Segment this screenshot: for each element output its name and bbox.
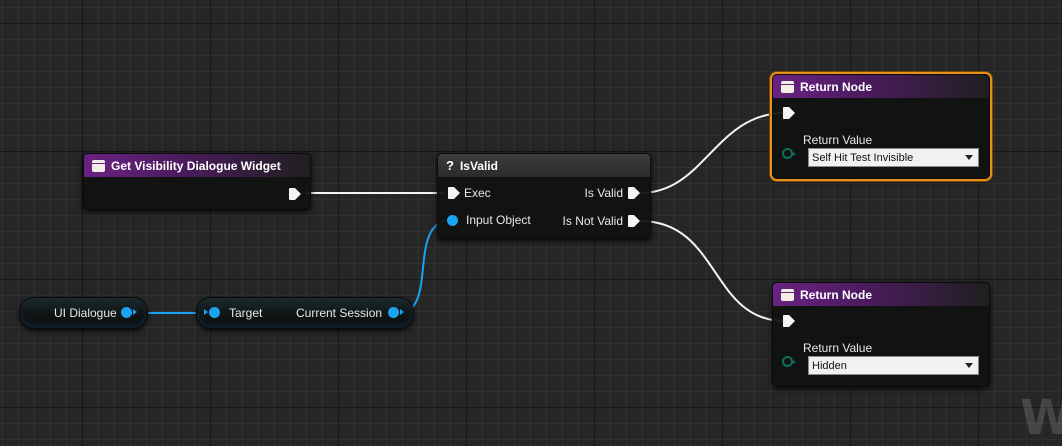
- return-value-pin[interactable]: [782, 148, 796, 159]
- watermark: W: [1020, 390, 1062, 446]
- current-session-getter-node[interactable]: Target Current Session: [196, 297, 414, 329]
- function-icon: [92, 159, 105, 172]
- return-value-dropdown[interactable]: Hidden: [808, 356, 979, 375]
- node-title: Return Node: [800, 287, 872, 302]
- return-value-dropdown[interactable]: Self Hit Test Invisible: [808, 148, 979, 167]
- node-title: IsValid: [459, 158, 498, 173]
- dropdown-value: Self Hit Test Invisible: [812, 151, 914, 164]
- dropdown-value: Hidden: [812, 359, 847, 372]
- exec-wire-isvalid-to-return-top[interactable]: [639, 112, 786, 194]
- return-value-pin[interactable]: [782, 356, 796, 367]
- node-title: Get Visibility Dialogue Widget: [111, 158, 281, 173]
- current-session-output-pin[interactable]: [388, 307, 404, 318]
- function-icon: [781, 80, 794, 93]
- current-session-label: Current Session: [296, 306, 383, 320]
- node-header: Return Node: [773, 75, 989, 98]
- return-node-bottom[interactable]: Return Node Return Value Hidden: [772, 282, 990, 387]
- is-valid-label: Is Valid: [584, 186, 623, 200]
- input-object-label: Input Object: [466, 213, 531, 227]
- node-header: ? IsValid: [438, 154, 650, 177]
- node-header: Get Visibility Dialogue Widget: [84, 154, 310, 177]
- node-header: Return Node: [773, 283, 989, 306]
- input-object-pin[interactable]: [447, 215, 458, 226]
- question-icon: ?: [446, 158, 454, 173]
- exec-wire-isnotvalid-to-return-bottom[interactable]: [639, 220, 786, 322]
- target-label: Target: [229, 306, 263, 320]
- get-visibility-dialogue-widget-node[interactable]: Get Visibility Dialogue Widget: [83, 153, 311, 210]
- isvalid-node[interactable]: ? IsValid Exec Input Object Is Valid Is …: [437, 153, 651, 239]
- return-value-label: Return Value: [803, 133, 873, 147]
- ui-dialogue-output-pin[interactable]: [121, 307, 137, 318]
- node-title: Return Node: [800, 79, 872, 94]
- exec-label: Exec: [464, 186, 491, 200]
- target-pin[interactable]: [204, 307, 220, 318]
- return-value-label: Return Value: [803, 341, 873, 355]
- chevron-down-icon: [965, 363, 973, 368]
- chevron-down-icon: [965, 155, 973, 160]
- variable-label: UI Dialogue: [54, 306, 117, 320]
- ui-dialogue-variable-node[interactable]: UI Dialogue: [19, 297, 148, 329]
- is-not-valid-label: Is Not Valid: [562, 214, 623, 228]
- function-icon: [781, 288, 794, 301]
- return-node-top[interactable]: Return Node Return Value Self Hit Test I…: [772, 74, 990, 179]
